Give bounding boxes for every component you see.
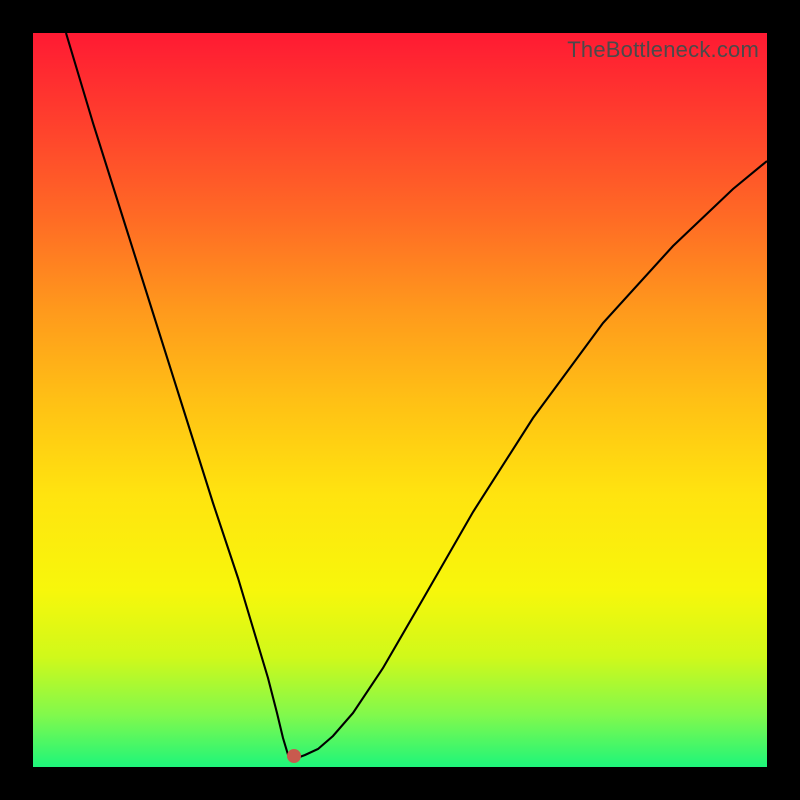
chart-overlay: [33, 33, 767, 767]
bottleneck-curve-path: [66, 33, 767, 758]
chart-frame: TheBottleneck.com: [0, 0, 800, 800]
optimum-marker: [287, 749, 301, 763]
plot-area: TheBottleneck.com: [33, 33, 767, 767]
